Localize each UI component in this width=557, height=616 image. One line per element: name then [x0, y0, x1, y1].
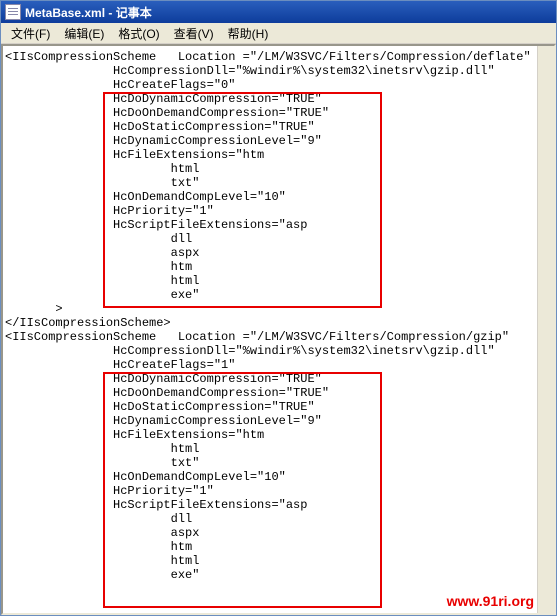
- notepad-window: MetaBase.xml - 记事本 文件(F) 编辑(E) 格式(O) 查看(…: [0, 0, 557, 616]
- menubar: 文件(F) 编辑(E) 格式(O) 查看(V) 帮助(H): [1, 23, 556, 44]
- window-title: MetaBase.xml - 记事本: [25, 4, 152, 21]
- menu-file[interactable]: 文件(F): [5, 23, 56, 44]
- content-wrapper: <IIsCompressionScheme Location ="/LM/W3S…: [1, 44, 556, 615]
- menu-view[interactable]: 查看(V): [168, 23, 220, 44]
- document-icon: [5, 4, 21, 20]
- titlebar[interactable]: MetaBase.xml - 记事本: [1, 1, 556, 23]
- watermark: www.91ri.org: [447, 593, 534, 609]
- menu-format[interactable]: 格式(O): [112, 23, 165, 44]
- vertical-scrollbar[interactable]: [537, 46, 554, 613]
- menu-help[interactable]: 帮助(H): [222, 23, 275, 44]
- text-area[interactable]: <IIsCompressionScheme Location ="/LM/W3S…: [3, 46, 538, 613]
- menu-edit[interactable]: 编辑(E): [58, 23, 110, 44]
